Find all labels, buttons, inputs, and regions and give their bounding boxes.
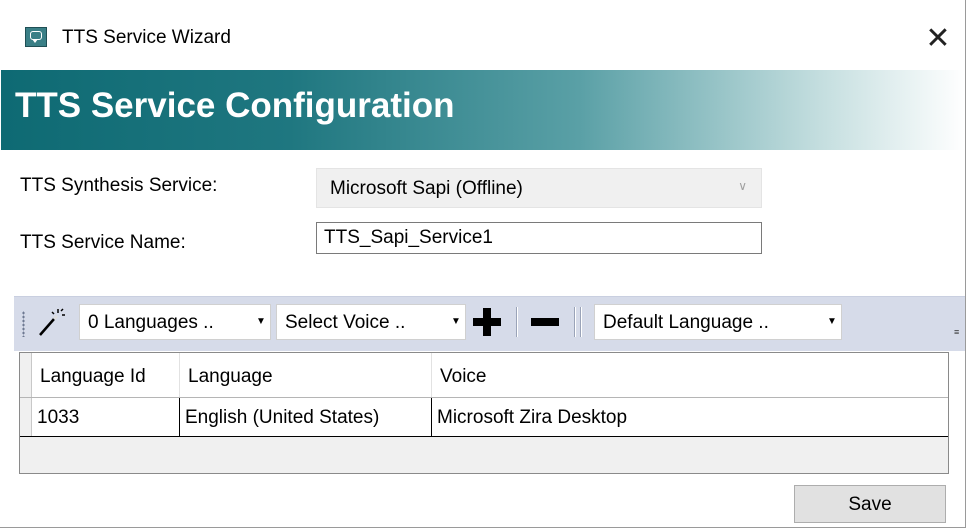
row-header (20, 353, 32, 397)
languages-dropdown[interactable]: 0 Languages .. ▼ (79, 304, 271, 340)
minus-icon (531, 318, 559, 326)
page-title: TTS Service Configuration (15, 86, 455, 125)
cell-language[interactable]: English (United States) (180, 398, 432, 436)
service-name-input[interactable] (316, 222, 762, 254)
dropdown-arrow-icon[interactable]: ▼ (823, 305, 841, 339)
languages-grid[interactable]: Language Id Language Voice 1033 English … (19, 352, 949, 474)
column-header-language[interactable]: Language (180, 353, 432, 397)
chevron-down-icon: ∨ (738, 179, 747, 193)
dropdown-arrow-icon[interactable]: ▼ (252, 305, 270, 339)
row-selector[interactable] (20, 398, 32, 436)
synthesis-service-dropdown[interactable]: Microsoft Sapi (Offline) ∨ (316, 168, 762, 208)
voice-dropdown-value: Select Voice .. (285, 312, 406, 333)
app-chat-icon (25, 27, 47, 47)
default-language-dropdown[interactable]: Default Language .. ▼ (594, 304, 842, 340)
tts-service-wizard-window: TTS Service Wizard ✕ TTS Service Configu… (0, 0, 966, 528)
table-row[interactable]: 1033 English (United States) Microsoft Z… (20, 397, 948, 437)
voice-dropdown[interactable]: Select Voice .. ▼ (276, 304, 466, 340)
grid-header: Language Id Language Voice (20, 353, 948, 397)
service-name-label: TTS Service Name: (20, 232, 186, 253)
synthesis-service-value: Microsoft Sapi (Offline) (330, 178, 523, 199)
synthesis-service-label: TTS Synthesis Service: (20, 175, 218, 196)
toolbar-separator (516, 307, 518, 337)
toolbar-separator (580, 307, 582, 337)
title-bar: TTS Service Wizard ✕ (0, 0, 965, 70)
close-button[interactable]: ✕ (918, 19, 958, 59)
toolbar-separator (574, 307, 576, 337)
cell-language-id[interactable]: 1033 (32, 398, 180, 436)
cell-voice[interactable]: Microsoft Zira Desktop (432, 398, 948, 436)
toolbar-grip-icon[interactable] (22, 311, 25, 337)
add-language-button[interactable] (470, 305, 504, 339)
magic-wand-icon[interactable] (34, 307, 66, 339)
header-banner: TTS Service Configuration (1, 70, 965, 150)
languages-toolbar: 0 Languages .. ▼ Select Voice .. ▼ Defau… (14, 296, 965, 351)
toolbar-overflow-icon[interactable]: ≡ (954, 327, 962, 337)
save-button[interactable]: Save (794, 485, 946, 523)
column-header-language-id[interactable]: Language Id (32, 353, 180, 397)
remove-language-button[interactable] (528, 305, 562, 339)
languages-dropdown-value: 0 Languages .. (88, 312, 214, 333)
window-title: TTS Service Wizard (62, 27, 231, 48)
dropdown-arrow-icon[interactable]: ▼ (447, 305, 465, 339)
column-header-voice[interactable]: Voice (432, 353, 948, 397)
default-language-value: Default Language .. (603, 312, 769, 333)
